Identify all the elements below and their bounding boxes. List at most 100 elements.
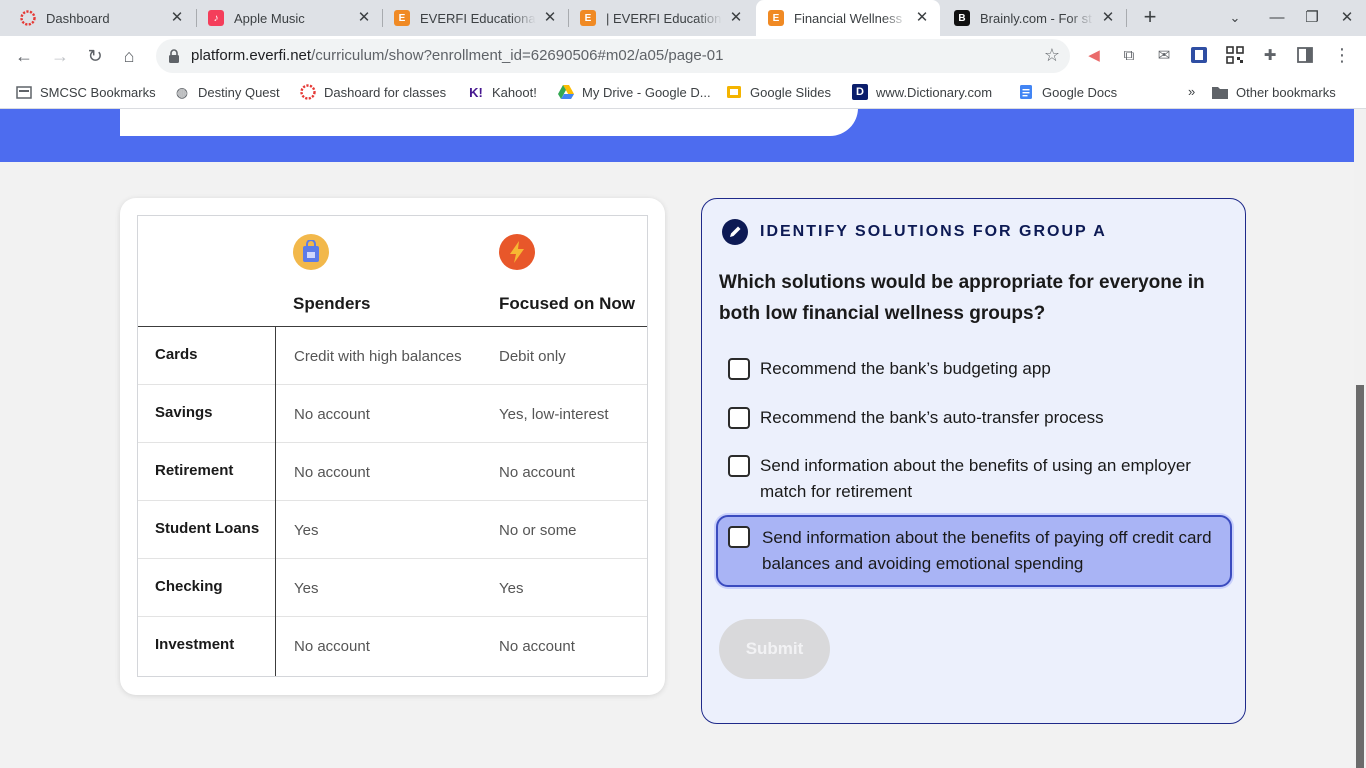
spenders-cell: Credit with high balances bbox=[294, 348, 462, 365]
browser-tab-strip: Dashboard ✕ ♪ Apple Music ✕ E EVERFI Edu… bbox=[0, 0, 1366, 36]
lightning-icon bbox=[499, 234, 535, 270]
dashboard-ring-icon bbox=[20, 10, 36, 26]
spenders-cell: No account bbox=[294, 464, 370, 481]
option-budgeting-app[interactable]: Recommend the bank’s budgeting app bbox=[716, 348, 1232, 390]
bookmark-google-drive[interactable]: My Drive - Google D... bbox=[558, 84, 711, 100]
apple-music-icon: ♪ bbox=[208, 10, 224, 26]
tab-apple-music[interactable]: ♪ Apple Music ✕ bbox=[196, 0, 382, 36]
folder-icon bbox=[1212, 84, 1228, 100]
globe-icon: ◍ bbox=[175, 83, 189, 100]
screencastify-extension-icon[interactable]: ◀︎ bbox=[1084, 45, 1104, 65]
option-credit-card-balances[interactable]: Send information about the benefits of p… bbox=[716, 515, 1232, 587]
page-scrollbar[interactable] bbox=[1354, 109, 1366, 768]
dictionary-icon: D bbox=[852, 84, 868, 100]
bookmark-google-docs[interactable]: Google Docs bbox=[1018, 84, 1117, 100]
tab-everfi-educational[interactable]: E EVERFI Educational ✕ bbox=[382, 0, 568, 36]
comparison-table: Spenders Focused on Now Cards Credit wit… bbox=[137, 215, 648, 677]
extensions-puzzle-icon[interactable]: ✚ bbox=[1260, 45, 1280, 65]
qr-code-extension-icon[interactable] bbox=[1225, 45, 1245, 65]
other-bookmarks[interactable]: Other bookmarks bbox=[1212, 84, 1336, 100]
question-prompt: Which solutions would be appropriate for… bbox=[719, 272, 1205, 324]
scrollbar-thumb[interactable] bbox=[1356, 385, 1364, 768]
close-tab-icon[interactable]: ✕ bbox=[728, 10, 744, 26]
google-drive-icon bbox=[558, 84, 574, 100]
url-text: platform.everfi.net/curriculum/show?enro… bbox=[191, 47, 724, 64]
page-content: Spenders Focused on Now Cards Credit wit… bbox=[0, 109, 1366, 768]
question-heading: IDENTIFY SOLUTIONS FOR GROUP A bbox=[722, 219, 1107, 245]
bookmark-kahoot[interactable]: K! Kahoot! bbox=[468, 84, 537, 100]
checkbox[interactable] bbox=[728, 526, 750, 548]
focused-cell: No account bbox=[499, 638, 575, 655]
address-bar[interactable]: platform.everfi.net/curriculum/show?enro… bbox=[156, 39, 1070, 73]
browser-toolbar: ← → ↻ ⌂ platform.everfi.net/curriculum/s… bbox=[0, 36, 1366, 76]
table-row: Investment No account No account bbox=[138, 617, 647, 675]
bookmark-google-slides[interactable]: Google Slides bbox=[726, 84, 831, 100]
checkbox[interactable] bbox=[728, 455, 750, 477]
spenders-cell: No account bbox=[294, 406, 370, 423]
tab-everfi-education[interactable]: E | EVERFI Education ✕ bbox=[568, 0, 754, 36]
row-label: Retirement bbox=[155, 462, 234, 479]
table-row: Student Loans Yes No or some bbox=[138, 501, 647, 559]
close-tab-icon[interactable]: ✕ bbox=[1100, 10, 1116, 26]
reload-icon[interactable]: ↻ bbox=[83, 44, 107, 68]
tab-dashboard[interactable]: Dashboard ✕ bbox=[8, 0, 195, 36]
restore-window-icon[interactable]: ❐ bbox=[1302, 8, 1322, 28]
table-row: Retirement No account No account bbox=[138, 443, 647, 501]
browser-menu-icon[interactable]: ⋮ bbox=[1332, 45, 1352, 65]
group-label: Spenders bbox=[293, 294, 371, 313]
close-tab-icon[interactable]: ✕ bbox=[542, 10, 558, 26]
tab-title: Dashboard bbox=[46, 10, 110, 26]
everfi-icon: E bbox=[580, 10, 596, 26]
minimize-window-icon[interactable]: — bbox=[1267, 8, 1287, 28]
hero-card bbox=[120, 109, 858, 136]
focused-cell: Yes, low-interest bbox=[499, 406, 609, 423]
tab-financial-wellness[interactable]: E Financial Wellness ✕ bbox=[756, 0, 940, 36]
bookmark-star-icon[interactable]: ☆ bbox=[1044, 45, 1060, 66]
side-panel-icon[interactable] bbox=[1295, 45, 1315, 65]
spenders-cell: Yes bbox=[294, 580, 319, 597]
option-employer-match[interactable]: Send information about the benefits of u… bbox=[716, 445, 1232, 513]
bookmark-smcsc[interactable]: SMCSC Bookmarks bbox=[16, 84, 156, 100]
bookmarks-bar: SMCSC Bookmarks ◍ Destiny Quest Dashoard… bbox=[0, 76, 1366, 109]
option-auto-transfer[interactable]: Recommend the bank’s auto-transfer proce… bbox=[716, 397, 1232, 439]
bookmarks-overflow-button[interactable]: » bbox=[1188, 84, 1195, 99]
row-label: Student Loans bbox=[155, 520, 260, 537]
google-docs-icon bbox=[1018, 84, 1034, 100]
copy-extension-icon[interactable]: ⧉ bbox=[1119, 45, 1139, 65]
close-tab-icon[interactable]: ✕ bbox=[356, 10, 372, 26]
table-row: Cards Credit with high balances Debit on… bbox=[138, 327, 647, 385]
focused-cell: Yes bbox=[499, 580, 524, 597]
row-label: Checking bbox=[155, 578, 223, 595]
everfi-icon: E bbox=[394, 10, 410, 26]
checkbox[interactable] bbox=[728, 358, 750, 380]
reader-extension-icon[interactable] bbox=[1189, 45, 1209, 65]
tab-brainly[interactable]: B Brainly.com - For st ✕ bbox=[942, 0, 1126, 36]
table-header: Spenders Focused on Now bbox=[138, 216, 647, 327]
tab-search-icon[interactable]: ⌄ bbox=[1225, 8, 1245, 28]
home-icon[interactable]: ⌂ bbox=[117, 44, 141, 68]
submit-button[interactable]: Submit bbox=[719, 619, 830, 679]
close-tab-icon[interactable]: ✕ bbox=[169, 10, 185, 26]
bookmark-dictionary[interactable]: D www.Dictionary.com bbox=[852, 84, 992, 100]
spenders-cell: Yes bbox=[294, 522, 319, 539]
close-window-icon[interactable]: ✕ bbox=[1337, 8, 1357, 28]
row-label: Cards bbox=[155, 346, 198, 363]
mail-extension-icon[interactable]: ✉ bbox=[1154, 45, 1174, 65]
new-tab-button[interactable]: + bbox=[1139, 6, 1161, 29]
row-label: Savings bbox=[155, 404, 213, 421]
google-slides-icon bbox=[726, 84, 742, 100]
focused-cell: Debit only bbox=[499, 348, 566, 365]
checkbox[interactable] bbox=[728, 407, 750, 429]
bookmark-destiny-quest[interactable]: ◍ Destiny Quest bbox=[174, 84, 280, 100]
close-tab-icon[interactable]: ✕ bbox=[914, 10, 930, 26]
question-card: IDENTIFY SOLUTIONS FOR GROUP A Which sol… bbox=[701, 198, 1246, 724]
focused-cell: No or some bbox=[499, 522, 577, 539]
back-icon[interactable]: ← bbox=[12, 44, 36, 68]
bookmark-dashboard-classes[interactable]: Dashoard for classes bbox=[300, 84, 446, 100]
option-label: Recommend the bank’s auto-transfer proce… bbox=[760, 408, 1104, 427]
brainly-icon: B bbox=[954, 10, 970, 26]
option-label: Send information about the benefits of p… bbox=[762, 528, 1212, 573]
table-column-divider bbox=[275, 327, 276, 676]
forward-icon[interactable]: → bbox=[48, 44, 72, 68]
lock-icon bbox=[169, 49, 179, 63]
